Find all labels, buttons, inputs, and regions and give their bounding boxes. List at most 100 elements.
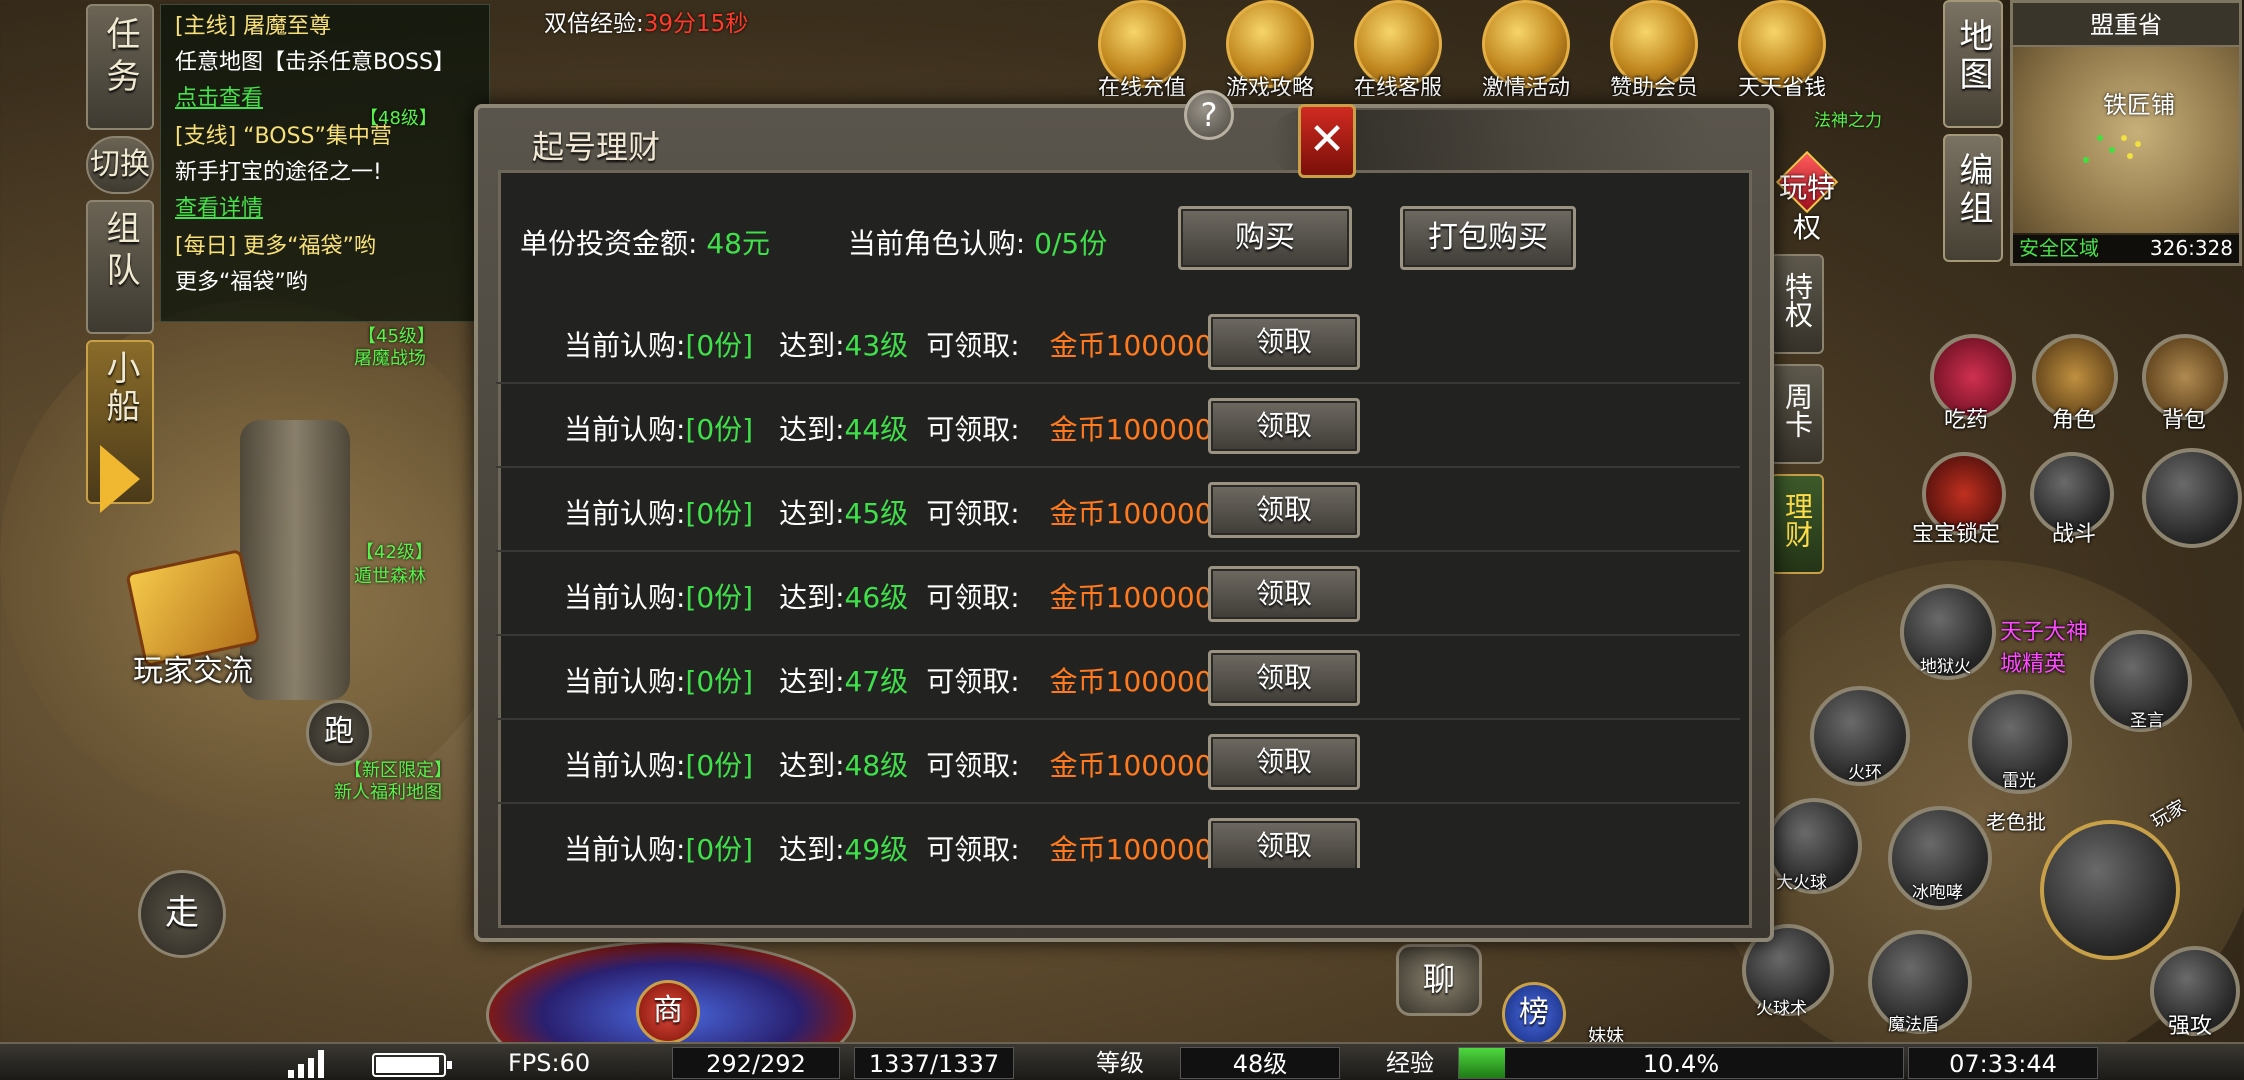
service-button[interactable]: 在线客服	[1346, 0, 1450, 100]
reward-gold: 金币1000000	[1049, 413, 1231, 446]
exp-label: 经验	[1386, 1049, 1434, 1077]
claim-label: 领取	[1255, 661, 1312, 694]
hp-value: 292/292	[672, 1047, 840, 1079]
claimable-label: 可领取:	[926, 497, 1020, 530]
reach-label: 达到:	[779, 833, 845, 866]
privilege-tab[interactable]: 特权	[1770, 254, 1824, 354]
reward-gold: 金币1000000	[1049, 497, 1231, 530]
current-sub-label: 当前认购:	[564, 665, 686, 698]
dpad-button[interactable]	[2142, 448, 2242, 548]
claim-button[interactable]: 领取	[1208, 314, 1360, 370]
task-desc: 新手打宝的途径之一!	[175, 160, 382, 185]
finance-tab-label: 理财	[1781, 492, 1814, 548]
skill-label: 雷光	[2002, 771, 2036, 791]
reach-level: 43级	[844, 329, 909, 362]
exp-bar: 10.4%	[1458, 1047, 1904, 1079]
reach-label: 达到:	[779, 749, 845, 782]
top-icon-label: 天天省钱	[1737, 76, 1826, 96]
group-button[interactable]: 编组	[1943, 134, 2003, 262]
buy-button[interactable]: 购买	[1178, 206, 1352, 270]
help-button[interactable]: ?	[1184, 90, 1234, 140]
walk-button[interactable]: 走	[138, 870, 226, 958]
guide-button[interactable]: 游戏攻略	[1218, 0, 1322, 100]
reward-row: 当前认购:[0份]达到:43级可领取:金币1000000×0份领取	[496, 300, 1740, 384]
npc-dot	[2109, 147, 2115, 153]
claimable-label: 可领取:	[926, 749, 1020, 782]
shop-button[interactable]: 商	[636, 980, 700, 1044]
minimap-view[interactable]: 铁匠铺	[2013, 47, 2239, 235]
player-exchange-button[interactable]: 玩家交流	[108, 548, 278, 690]
attack-button[interactable]	[2040, 820, 2180, 960]
side-tab-column: 特权 周卡 理财	[1770, 254, 1824, 584]
minimap[interactable]: 盟重省 铁匠铺 安全区域 326:328	[2010, 0, 2242, 266]
claim-label: 领取	[1255, 409, 1312, 442]
player-name[interactable]: 天子大神	[2000, 614, 2088, 646]
map-button[interactable]: 地图	[1943, 0, 2003, 128]
boat-tab[interactable]: 小船	[86, 340, 154, 513]
team-tab[interactable]: 组队	[86, 200, 154, 334]
skill-label: 强攻	[2168, 1014, 2213, 1039]
map-place-name[interactable]: 新人福利地图	[334, 778, 442, 804]
boat-tab-label: 小船	[100, 350, 140, 426]
reward-row-text: 当前认购:[0份]达到:43级可领取:金币1000000×0份	[564, 324, 1300, 364]
npc-dot	[2121, 135, 2127, 141]
reward-list: 当前认购:[0份]达到:43级可领取:金币1000000×0份领取当前认购:[0…	[496, 300, 1740, 868]
player-name[interactable]: 城精英	[2000, 646, 2066, 678]
claim-button[interactable]: 领取	[1208, 818, 1360, 868]
claim-button[interactable]: 领取	[1208, 398, 1360, 454]
skill-label: 地狱火	[1920, 657, 1971, 677]
status-bar: FPS:60 292/292 1337/1337 等级 48级 经验 10.4%…	[0, 1042, 2244, 1080]
reach-label: 达到:	[779, 329, 845, 362]
play-privilege-button[interactable]: 玩特权	[1766, 150, 1848, 246]
current-sub-label: 当前认购:	[564, 413, 686, 446]
reward-row-text: 当前认购:[0份]达到:49级可领取:金币1000000×0份	[564, 828, 1300, 868]
exp-fill	[1459, 1048, 1506, 1078]
event-button[interactable]: 激情活动	[1474, 0, 1578, 100]
skill-label: 冰咆哮	[1912, 883, 1963, 903]
left-tab-column: 任务 切换 组队 小船	[86, 4, 154, 513]
invest-amount: 48元	[706, 227, 770, 260]
bag-label: 背包	[2162, 408, 2207, 433]
buy-label: 购买	[1235, 220, 1295, 255]
reward-row-text: 当前认购:[0份]达到:44级可领取:金币1000000×0份	[564, 408, 1300, 448]
current-sub-label: 当前认购:	[564, 497, 686, 530]
weekly-card-tab-label: 周卡	[1781, 382, 1814, 438]
task-title[interactable]: [主线] 屠魔至尊	[175, 9, 475, 45]
reach-level: 46级	[844, 581, 909, 614]
task-link[interactable]: 查看详情	[175, 191, 475, 227]
map-place-name[interactable]: 遁世森林	[354, 562, 426, 588]
claim-button[interactable]: 领取	[1208, 566, 1360, 622]
claim-button[interactable]: 领取	[1208, 734, 1360, 790]
current-sub-count: [0份]	[685, 833, 754, 866]
reward-gold: 金币1000000	[1049, 329, 1231, 362]
claim-label: 领取	[1255, 829, 1312, 862]
rank-label: 榜	[1519, 995, 1549, 1030]
run-button[interactable]: 跑	[306, 700, 372, 766]
claim-button[interactable]: 领取	[1208, 650, 1360, 706]
current-sub-count: [0份]	[685, 329, 754, 362]
chat-button[interactable]: 聊	[1396, 944, 1482, 1016]
sponsor-button[interactable]: 赞助会员	[1602, 0, 1706, 100]
reward-row-text: 当前认购:[0份]达到:45级可领取:金币1000000×0份	[564, 492, 1300, 532]
task-tab[interactable]: 任务	[86, 4, 154, 130]
task-desc: 更多“福袋”哟	[175, 270, 308, 295]
finance-tab[interactable]: 理财	[1770, 474, 1824, 574]
claim-button[interactable]: 领取	[1208, 482, 1360, 538]
rank-button[interactable]: 榜	[1502, 982, 1566, 1046]
task-title[interactable]: [每日] 更多“福袋”哟	[175, 229, 475, 265]
bundle-buy-button[interactable]: 打包购买	[1400, 206, 1576, 270]
run-label: 跑	[324, 714, 354, 749]
close-button[interactable]: ✕	[1298, 104, 1356, 178]
top-icon-label: 激情活动	[1481, 76, 1570, 96]
location-name: 铁匠铺	[2103, 91, 2175, 119]
player-name[interactable]: 老色批	[1986, 806, 2046, 835]
recharge-button[interactable]: 在线充值	[1090, 0, 1194, 100]
reward-row: 当前认购:[0份]达到:46级可领取:金币1000000×0份领取	[496, 552, 1740, 636]
npc-dot	[2083, 157, 2089, 163]
map-place-name[interactable]: 屠魔战场	[354, 344, 426, 370]
switch-button[interactable]: 切换	[86, 136, 154, 194]
weekly-card-tab[interactable]: 周卡	[1770, 364, 1824, 464]
reach-level: 49级	[844, 833, 909, 866]
save-money-button[interactable]: 天天省钱	[1730, 0, 1834, 100]
signal-icon	[288, 1050, 324, 1078]
